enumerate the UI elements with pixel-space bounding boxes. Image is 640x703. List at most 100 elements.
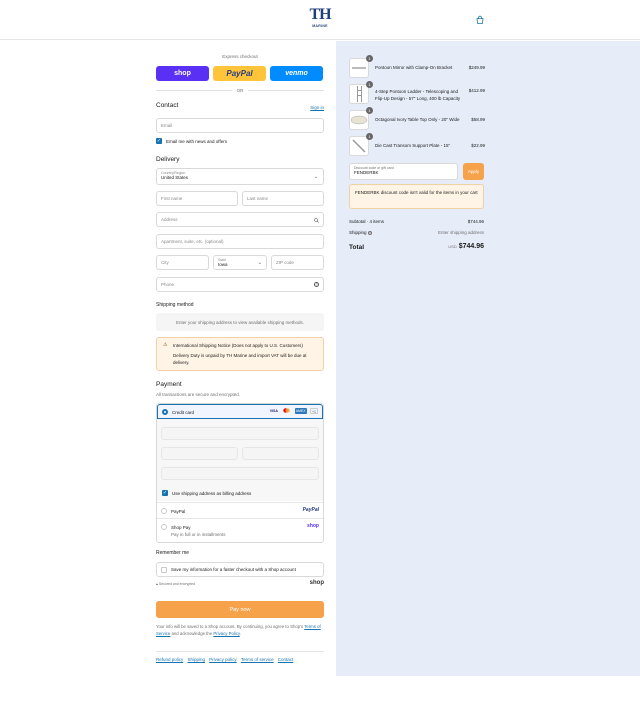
contact-link[interactable]: Contact (278, 657, 294, 662)
international-notice: ⚠ International Shipping Notice (Does no… (156, 337, 324, 371)
address-field[interactable]: Address (156, 212, 324, 227)
shop-pay-sublabel: Pay in full or in installments (171, 532, 226, 537)
newsletter-label: Email me with news and offers (166, 139, 227, 144)
state-value: Iowa (218, 262, 228, 267)
refund-policy-link[interactable]: Refund policy (156, 657, 183, 662)
contact-title: Contact (156, 102, 179, 109)
venmo-button[interactable]: venmo (270, 66, 323, 81)
billing-checkbox[interactable]: ✓ (162, 490, 168, 496)
credit-card-radio[interactable] (162, 409, 168, 415)
more-cards-badge: +1 (310, 408, 318, 414)
discount-value: FENDERBK (354, 170, 379, 175)
product-thumbnail (349, 110, 369, 130)
pay-now-button[interactable]: Pay now (156, 601, 324, 618)
brand-sub: MARINE (312, 24, 328, 28)
item-price: $58.99 (471, 117, 485, 122)
paypal-label: PayPal (171, 509, 186, 514)
apply-button[interactable]: Apply (463, 163, 484, 180)
card-logos: VISA AMEX +1 (267, 408, 318, 414)
shop-pay-button[interactable]: shop (156, 66, 209, 81)
currency-code: USD (448, 244, 457, 249)
phone-placeholder: Phone (161, 282, 175, 287)
footer-links: Refund policy Shipping Privacy policy Te… (156, 657, 293, 663)
credit-card-option[interactable]: Credit card VISA AMEX +1 (157, 404, 323, 419)
paypal-button[interactable]: PayPal (213, 66, 266, 81)
shop-logo: shop (309, 580, 324, 586)
item-price: $22.99 (471, 143, 485, 148)
remember-box[interactable]: Save my information for a faster checkou… (156, 562, 324, 577)
shop-pay-radio[interactable] (161, 524, 167, 530)
brand-mark: TH (309, 6, 331, 23)
cart-item: 1 4-Step Pontoon Ladder - Telescoping an… (349, 81, 485, 106)
cart-item: 1 Die Cast Transom Support Plate - 15" $… (349, 133, 485, 156)
address-placeholder: Address (161, 217, 178, 222)
item-price: $249.99 (468, 65, 485, 70)
total-value: $744.96 (458, 243, 484, 250)
quantity-badge: 1 (366, 81, 373, 88)
payment-options: Credit card VISA AMEX +1 ✓ Use shipping … (156, 403, 324, 543)
shipping-method-title: Shipping method (156, 302, 194, 308)
warning-icon: ⚠ (163, 342, 168, 348)
item-price: $412.99 (468, 88, 485, 93)
order-summary: 1 Pontoon Mirror with Clamp-On Bracket $… (336, 41, 640, 676)
header: TH MARINE (0, 0, 640, 40)
security-code-field[interactable] (242, 447, 319, 460)
delivery-title: Delivery (156, 156, 180, 163)
remember-label: Save my information for a faster checkou… (171, 567, 296, 572)
product-thumbnail (349, 136, 369, 156)
last-name-field[interactable]: Last name (242, 191, 324, 206)
phone-field[interactable]: Phone ? (156, 277, 324, 292)
total-label: Total (349, 244, 365, 251)
newsletter-checkbox[interactable]: ✓ (156, 138, 162, 144)
privacy-link[interactable]: Privacy Policy (213, 631, 239, 636)
legal-mid: and acknowledge the (170, 631, 214, 636)
state-select[interactable]: State Iowa ⌄ (213, 255, 267, 270)
visa-icon: VISA (269, 409, 278, 413)
brand-logo[interactable]: TH MARINE (309, 6, 331, 34)
shop-pay-option[interactable]: Shop Pay Pay in full or in installments … (157, 518, 323, 542)
apartment-field[interactable]: Apartment, suite, etc. (optional) (156, 234, 324, 249)
chevron-down-icon: ⌄ (257, 260, 262, 266)
terms-of-service-link[interactable]: Terms of service (241, 657, 274, 662)
cart-item: 1 Pontoon Mirror with Clamp-On Bracket $… (349, 55, 485, 78)
item-name: 4-Step Pontoon Ladder - Telescoping and … (375, 89, 461, 101)
country-select[interactable]: Country/Region United States ⌄ (156, 168, 324, 185)
email-field[interactable]: Email (156, 118, 324, 133)
remember-title: Remember me (156, 550, 190, 556)
lock-icon: 🔒︎ (156, 582, 158, 586)
shipping-label: Shipping (349, 230, 367, 235)
legal-end: . (239, 631, 241, 636)
search-icon (314, 218, 319, 223)
remember-checkbox[interactable] (161, 566, 167, 573)
zip-field[interactable]: ZIP code (271, 255, 324, 270)
sign-in-link[interactable]: Sign in (310, 105, 324, 110)
item-name: Die Cast Transom Support Plate - 15" (375, 143, 451, 148)
item-name: Pontoon Mirror with Clamp-On Bracket (375, 65, 453, 70)
paypal-radio[interactable] (161, 508, 167, 514)
cart-item: 1 Octagonal Ivory Table Top Only - 20" W… (349, 107, 485, 130)
city-field[interactable]: City (156, 255, 209, 270)
chevron-down-icon: ⌄ (313, 174, 318, 180)
paypal-option[interactable]: PayPal PayPal (157, 502, 323, 518)
checkout-page: TH MARINE 1 Pontoon Mirror with Clamp-On… (0, 0, 640, 703)
billing-label: Use shipping address as billing address (172, 491, 252, 496)
shop-logo: shop (307, 523, 319, 529)
first-name-field[interactable]: First name (156, 191, 238, 206)
card-number-field[interactable] (161, 427, 319, 440)
notice-body: Delivery Duty is unpaid by TH Marine and… (173, 353, 307, 365)
or-divider: OR (156, 88, 324, 93)
shipping-value: Enter shipping address (437, 230, 484, 235)
discount-error: FENDERBK discount code isn't valid for t… (349, 184, 484, 209)
product-thumbnail (349, 84, 369, 104)
shipping-placeholder: Enter your shipping address to view avai… (156, 313, 324, 331)
shipping-link[interactable]: Shipping (187, 657, 205, 662)
help-icon[interactable]: ? (367, 230, 372, 235)
help-icon[interactable]: ? (314, 282, 319, 287)
privacy-policy-link[interactable]: Privacy policy (209, 657, 237, 662)
name-on-card-field[interactable] (161, 467, 319, 480)
expiration-field[interactable] (161, 447, 238, 460)
shopping-bag-icon[interactable] (475, 15, 485, 25)
payment-subtitle: All transactions are secure and encrypte… (156, 392, 241, 397)
discount-input[interactable]: Discount code or gift card FENDERBK (349, 163, 458, 180)
secure-note: 🔒︎ Secured and encrypted (156, 582, 195, 586)
